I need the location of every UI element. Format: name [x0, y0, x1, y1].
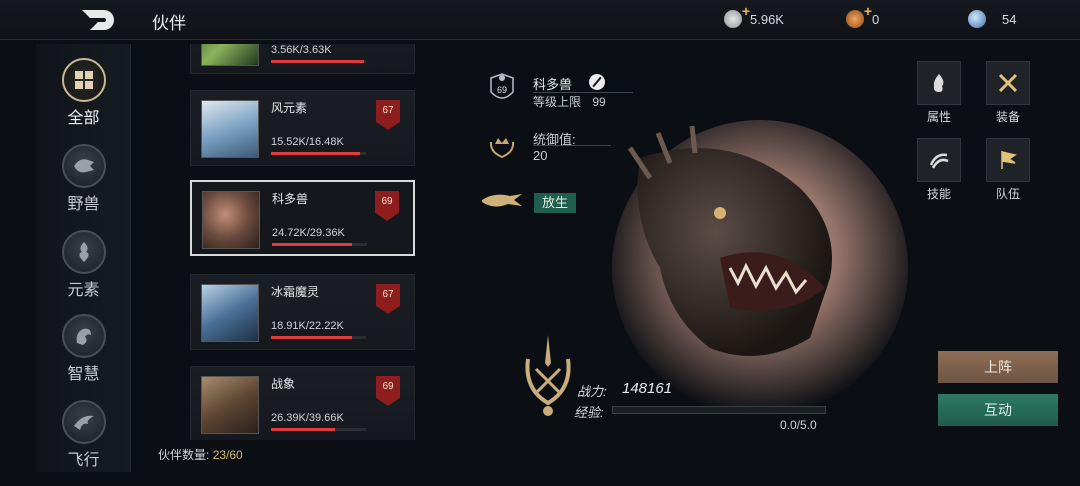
- level-badge: 67: [376, 284, 400, 314]
- companion-detail-name: 科多兽: [533, 77, 573, 92]
- flag-icon: [1001, 151, 1017, 169]
- crown-laurel-icon: [489, 138, 515, 159]
- sidebar-item-element[interactable]: 元素: [36, 230, 131, 300]
- companion-stat: 15.52K/16.48K: [271, 136, 344, 148]
- divider: [533, 145, 611, 146]
- companion-stat: 3.56K/3.63K: [271, 44, 332, 56]
- sidebar-item-flying[interactable]: 飞行: [36, 400, 131, 470]
- skills-button[interactable]: [917, 138, 961, 182]
- portrait: [201, 284, 259, 342]
- companion-list[interactable]: 3.56K/3.63K 风元素 15.52K/16.48K 67 科多兽 24.…: [132, 44, 457, 440]
- back-icon[interactable]: [80, 7, 118, 33]
- sidebar-item-all[interactable]: 全部: [36, 58, 131, 128]
- sidebar-item-beast[interactable]: 野兽: [36, 144, 131, 214]
- portrait: [201, 100, 259, 158]
- level-cap-label: 等级上限: [533, 95, 582, 109]
- companion-name: 风元素: [271, 101, 308, 115]
- companion-card[interactable]: 3.56K/3.63K: [190, 44, 415, 74]
- level-badge-text: 69: [497, 85, 507, 95]
- sidebar-label: 野兽: [67, 196, 100, 213]
- portrait: [201, 44, 259, 66]
- health-bar: [271, 336, 366, 339]
- exp-value: 0.0/5.0: [780, 418, 817, 432]
- team-button[interactable]: [986, 138, 1030, 182]
- interact-button[interactable]: 互动: [938, 394, 1058, 426]
- power-value: 148161: [622, 380, 673, 397]
- level-badge: 69: [375, 191, 399, 221]
- element-icon: [61, 230, 106, 274]
- silver-value: 5.96K: [750, 11, 784, 27]
- silver-resource[interactable]: + 5.96K: [724, 3, 784, 28]
- companion-card[interactable]: 战象 26.39K/39.66K 69: [190, 366, 415, 440]
- companion-count: 伙伴数量: 23/60: [158, 446, 243, 463]
- companion-card-selected[interactable]: 科多兽 24.72K/29.36K 69: [190, 180, 415, 256]
- deploy-button[interactable]: 上阵: [938, 351, 1058, 383]
- command-value: 20: [533, 148, 548, 163]
- crystal-orb-icon: [968, 10, 986, 28]
- flame-icon: [933, 74, 944, 92]
- companion-stat: 24.72K/29.36K: [272, 227, 345, 239]
- level-badge: 69: [376, 376, 400, 406]
- portrait: [201, 376, 259, 434]
- portrait: [202, 191, 260, 249]
- bronze-resource[interactable]: + 0: [846, 3, 880, 28]
- level-cap: 等级上限 99: [533, 93, 606, 110]
- silver-coin-icon: +: [724, 3, 750, 28]
- sidebar-label: 全部: [67, 110, 100, 127]
- companion-name: 冰霜魔灵: [271, 285, 320, 299]
- sidebar-label: 元素: [67, 282, 100, 299]
- claw-icon: [929, 153, 949, 169]
- flying-icon: [61, 400, 106, 444]
- count-value: 23/60: [212, 448, 243, 462]
- mount-icon: [482, 194, 522, 207]
- edit-name-icon[interactable]: [589, 74, 605, 90]
- companion-name: 科多兽: [272, 192, 309, 206]
- companion-name: 战象: [271, 377, 296, 391]
- beast-icon: [61, 144, 106, 188]
- exp-label: 经验:: [574, 405, 604, 420]
- crystal-value: 54: [1002, 11, 1017, 27]
- release-button[interactable]: 放生: [534, 193, 576, 213]
- sidebar-label: 智慧: [67, 366, 100, 383]
- equipment-button[interactable]: [986, 61, 1030, 105]
- category-sidebar: 全部 野兽 元素 智慧 飞行: [36, 44, 131, 472]
- companion-portrait-art: [612, 120, 908, 416]
- bronze-value: 0: [872, 11, 880, 27]
- count-label: 伙伴数量:: [158, 448, 210, 462]
- companion-stat: 18.91K/22.22K: [271, 320, 344, 332]
- wisdom-icon: [61, 314, 106, 358]
- exp-bar: [612, 406, 826, 414]
- health-bar: [271, 428, 366, 431]
- bronze-medal-icon: +: [846, 3, 872, 28]
- power-label: 战力:: [577, 384, 607, 399]
- crossed-swords-icon: [998, 73, 1018, 93]
- companion-stat: 26.39K/39.66K: [271, 412, 344, 424]
- team-label: 队伍: [995, 187, 1020, 201]
- health-bar: [272, 243, 367, 246]
- sidebar-label: 飞行: [67, 452, 100, 469]
- equipment-label: 装备: [995, 110, 1020, 124]
- companion-card[interactable]: 风元素 15.52K/16.48K 67: [190, 90, 415, 166]
- power-emblem-icon: [525, 335, 571, 416]
- grid-icon: [61, 58, 106, 102]
- sidebar-item-wisdom[interactable]: 智慧: [36, 314, 131, 384]
- health-bar: [271, 152, 366, 155]
- health-bar: [271, 60, 366, 63]
- level-badge: 67: [376, 100, 400, 130]
- crystal-resource[interactable]: 54: [968, 10, 1016, 28]
- companion-card[interactable]: 冰霜魔灵 18.91K/22.22K 67: [190, 274, 415, 350]
- page-title: 伙伴: [152, 14, 186, 33]
- divider: [533, 92, 633, 93]
- level-cap-value: 99: [592, 95, 606, 109]
- skills-label: 技能: [926, 187, 951, 201]
- attributes-button[interactable]: [917, 61, 961, 105]
- level-shield-icon: 69: [490, 73, 514, 99]
- attributes-label: 属性: [926, 110, 951, 124]
- top-bar: 伙伴 + 5.96K + 0 54: [0, 0, 1080, 40]
